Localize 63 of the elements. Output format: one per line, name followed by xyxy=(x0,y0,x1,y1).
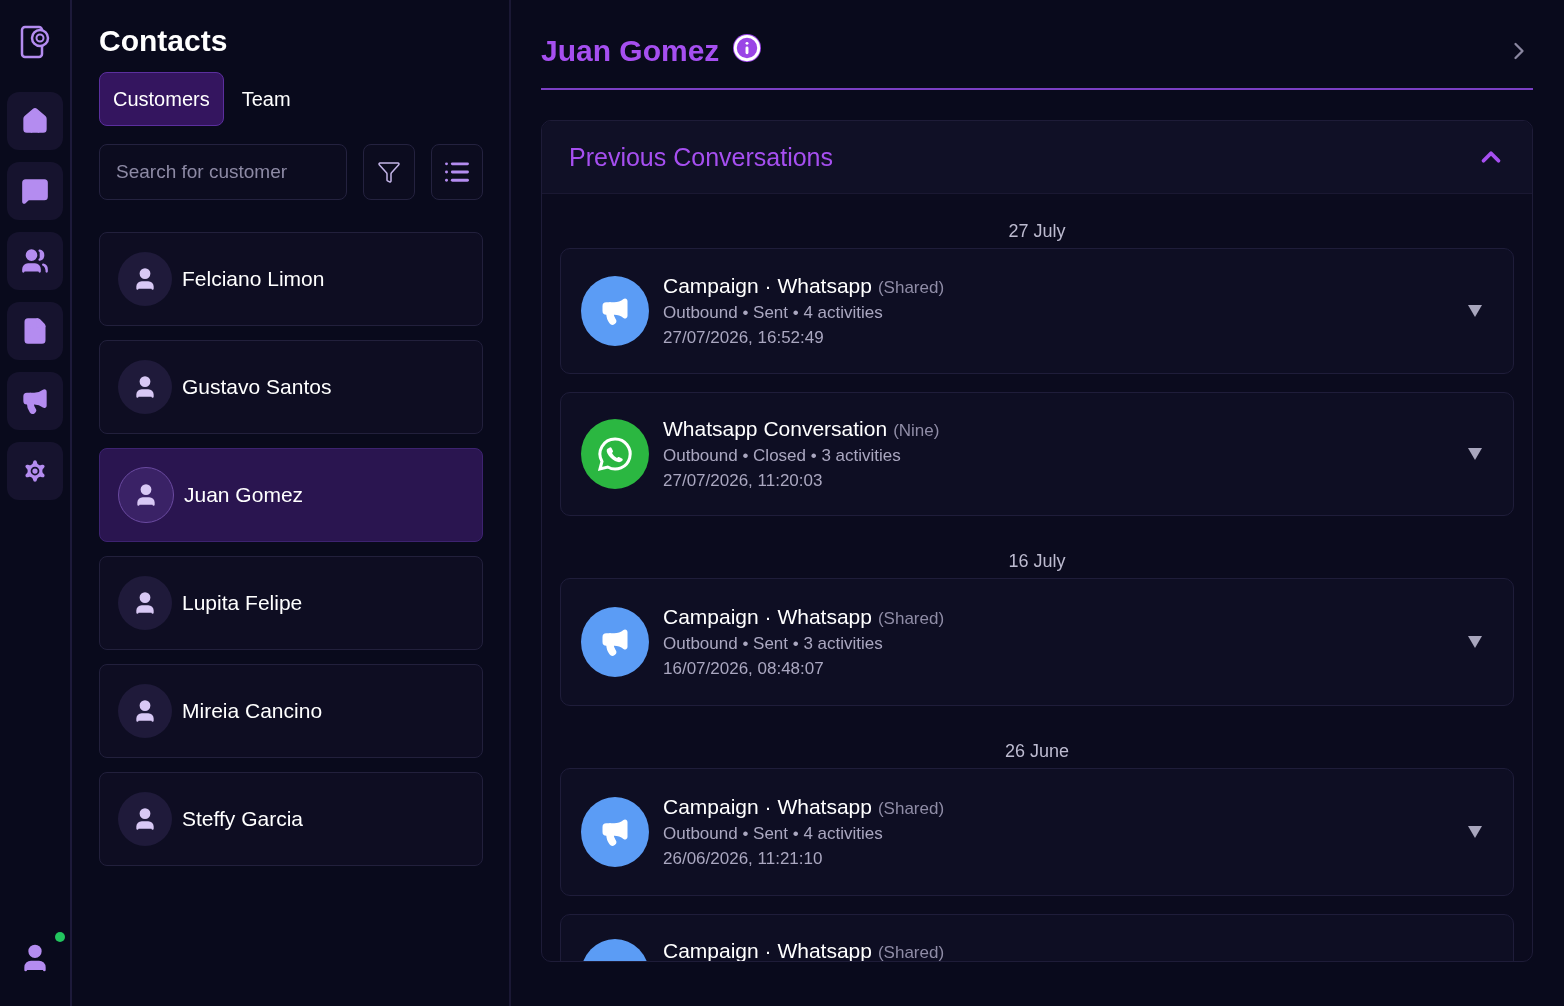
search-field[interactable]: Search for customer xyxy=(99,144,347,200)
conversation-title: Campaign · Whatsapp xyxy=(663,274,872,298)
conversation-summary: Outbound • Closed • 3 activities xyxy=(663,446,902,466)
conversation-title: Campaign · Whatsapp xyxy=(663,795,872,819)
contact-name: Mireia Cancino xyxy=(182,699,323,723)
contact-name: Steffy Garcia xyxy=(182,807,303,831)
notes-icon[interactable] xyxy=(7,302,63,360)
settings-icon[interactable] xyxy=(7,442,63,500)
filter-icon xyxy=(377,160,401,184)
conversation-tag: (Shared) xyxy=(877,799,945,819)
contact-item[interactable]: Mireia Cancino xyxy=(99,664,483,758)
info-icon[interactable] xyxy=(733,34,762,62)
conversation-title: Campaign · Whatsapp xyxy=(663,605,872,629)
conversation-card[interactable]: Campaign · Whatsapp (Shared) Outbound • Sent • 4 activities 27/07/2026, 16:52:49 xyxy=(560,248,1514,374)
conversation-card[interactable]: Campaign · Whatsapp (Shared) Outbound • Sent • 4 activities 26/06/2026, 11:21:10 xyxy=(560,768,1514,896)
expand-caret-icon[interactable] xyxy=(1467,447,1483,461)
conversation-card[interactable]: Campaign · Whatsapp (Shared) Outbound • Sent • 3 activities 16/07/2026, 08:48:07 xyxy=(560,578,1514,706)
avatar-icon xyxy=(118,684,172,738)
contact-title: Juan Gomez xyxy=(541,34,720,68)
conversation-title: Whatsapp Conversation xyxy=(663,417,888,441)
expand-caret-icon[interactable] xyxy=(1467,635,1483,649)
contact-name: Juan Gomez xyxy=(184,483,304,507)
conversation-tag: (Nine) xyxy=(893,421,940,441)
date-label: 27 July xyxy=(1008,221,1066,242)
contact-item[interactable]: Lupita Felipe xyxy=(99,556,483,650)
contact-item[interactable]: Steffy Garcia xyxy=(99,772,483,866)
conversation-card[interactable]: Whatsapp Conversation (Nine) Outbound • Closed • 3 activities 27/07/2026, 11:20:03 xyxy=(560,392,1514,516)
contact-name: Felciano Limon xyxy=(182,267,325,291)
campaign-icon[interactable] xyxy=(7,372,63,430)
avatar-icon xyxy=(118,360,172,414)
logo-icon xyxy=(19,24,51,60)
avatar-icon xyxy=(118,252,172,306)
date-label: 16 July xyxy=(1008,551,1066,572)
conversation-tag: (Shared) xyxy=(877,278,945,298)
tab[interactable]: Customers xyxy=(99,72,224,126)
people-icon[interactable] xyxy=(7,232,63,290)
contact-name: Gustavo Santos xyxy=(182,375,332,399)
contact-item[interactable]: Felciano Limon xyxy=(99,232,483,326)
expand-caret-icon[interactable] xyxy=(1467,825,1483,839)
avatar-icon xyxy=(118,467,174,523)
conversation-time: 27/07/2026, 16:52:49 xyxy=(663,328,825,348)
home-icon[interactable] xyxy=(7,92,63,150)
conversation-time: 16/07/2026, 08:48:07 xyxy=(663,659,825,679)
avatar-icon xyxy=(118,792,172,846)
conversation-summary: Outbound • Sent • 3 activities xyxy=(663,634,884,654)
contact-item[interactable]: Juan Gomez xyxy=(99,448,483,542)
tab[interactable]: Team xyxy=(227,72,305,126)
conversation-summary: Outbound • Sent • 4 activities xyxy=(663,824,884,844)
conversation-tag: (Shared) xyxy=(877,943,945,961)
conversation-tag: (Shared) xyxy=(877,609,945,629)
conversation-summary: Outbound • Sent • 4 activities xyxy=(663,303,884,323)
conversation-time: 26/06/2026, 11:21:10 xyxy=(663,849,824,869)
chat-icon[interactable] xyxy=(7,162,63,220)
filter-button[interactable] xyxy=(363,144,415,200)
avatar-icon xyxy=(118,576,172,630)
contact-name: Lupita Felipe xyxy=(182,591,303,615)
section-title: Previous Conversations xyxy=(569,142,833,172)
conversation-time: 27/07/2026, 11:20:03 xyxy=(663,471,824,491)
page-title: Contacts xyxy=(99,24,229,58)
list-view-button[interactable] xyxy=(431,144,483,200)
expand-caret-icon[interactable] xyxy=(1467,304,1483,318)
date-label: 26 June xyxy=(1004,741,1070,762)
contact-item[interactable]: Gustavo Santos xyxy=(99,340,483,434)
